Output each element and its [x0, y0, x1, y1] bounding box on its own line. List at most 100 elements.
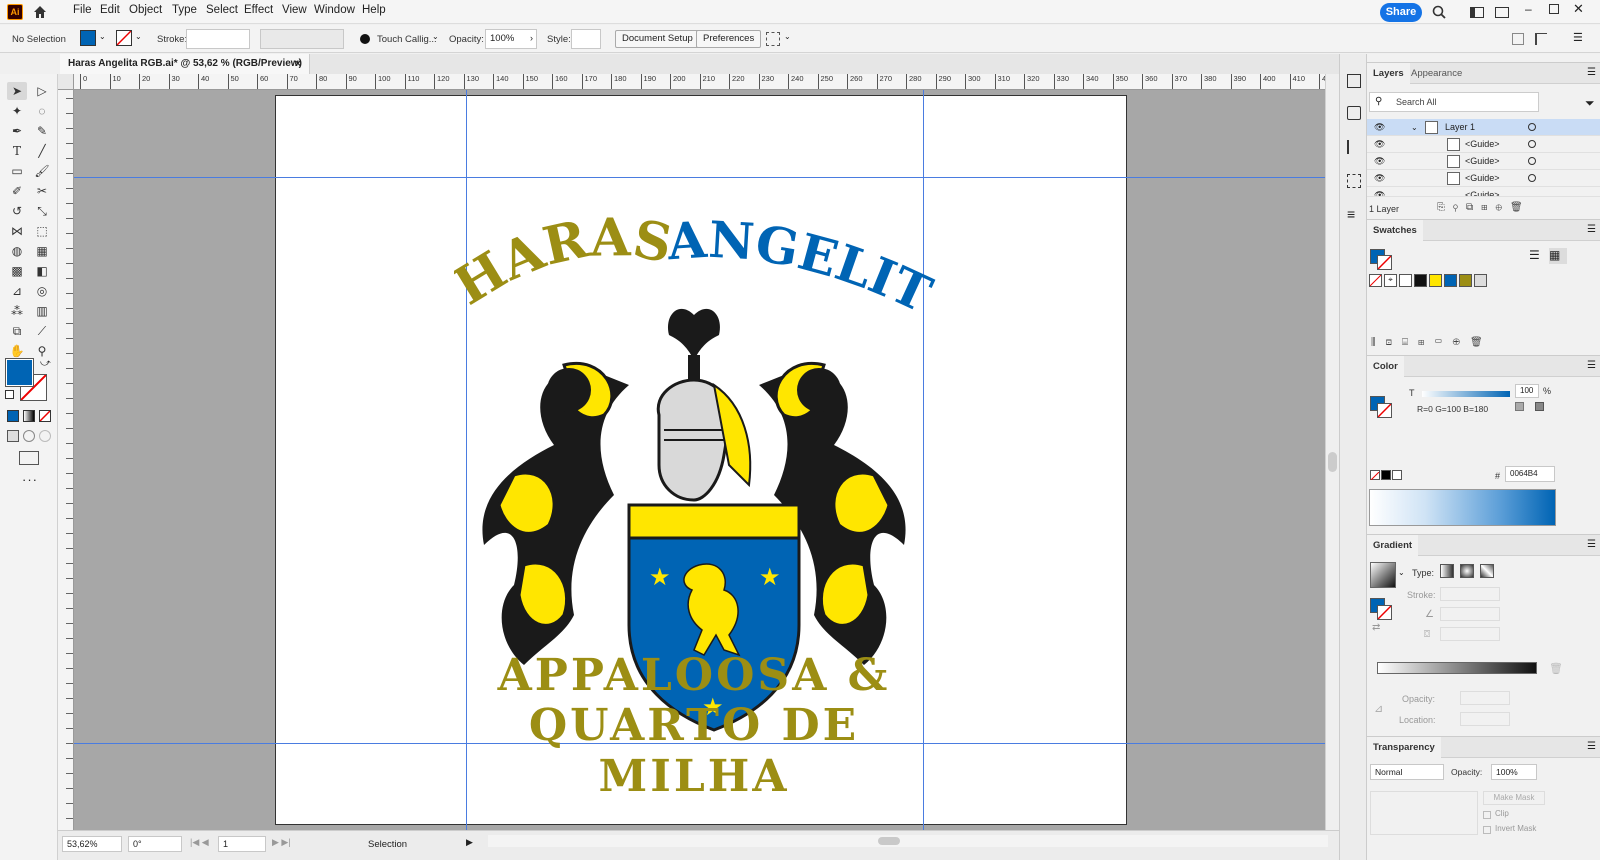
tint-value[interactable]: 100 [1515, 384, 1539, 398]
stroke-swatch[interactable] [116, 30, 132, 46]
swatch-gold[interactable] [1459, 274, 1472, 287]
scroll-thumb[interactable] [1328, 452, 1337, 472]
horizontal-scrollbar[interactable] [488, 835, 1328, 847]
brush-definition[interactable]: Touch Callig... [377, 34, 437, 45]
document-tab[interactable]: Haras Angelita RGB.ai* @ 53,62 % (RGB/Pr… [60, 54, 310, 74]
magic-wand-tool-icon[interactable]: ✦ [7, 102, 27, 120]
width-tool-icon[interactable]: ⋈ [7, 222, 27, 240]
visibility-eye-icon[interactable]: 👁 [1374, 136, 1385, 153]
menu-file[interactable]: File [73, 4, 92, 16]
rectangle-tool-icon[interactable]: ▭ [7, 162, 27, 180]
minimize-icon[interactable]: – [1525, 2, 1537, 16]
search-icon[interactable] [1432, 5, 1446, 19]
close-tab-icon[interactable]: × [295, 54, 301, 74]
menu-help[interactable]: Help [362, 4, 386, 16]
slice-tool-icon[interactable]: ⟋ [32, 322, 52, 340]
filter-icon[interactable]: ⏷ [1585, 96, 1595, 111]
panel-menu-icon[interactable]: ☰ [1573, 31, 1583, 44]
chevron-down-icon[interactable]: ⌄ [99, 32, 106, 41]
tab-appearance[interactable]: Appearance [1405, 63, 1468, 85]
fill-swatch[interactable] [80, 30, 96, 46]
gradient-mode-icon[interactable] [23, 410, 35, 422]
color-swatch-white[interactable] [1515, 402, 1524, 411]
target-icon[interactable] [1528, 174, 1536, 182]
transparency-opacity-input[interactable]: 100% [1491, 764, 1537, 780]
menu-window[interactable]: Window [314, 4, 355, 16]
reverse-gradient-icon[interactable]: ⇄ [1372, 622, 1380, 633]
guide-name[interactable]: <Guide> [1465, 187, 1500, 196]
gradient-tool-icon[interactable]: ◧ [32, 262, 52, 280]
paintbrush-tool-icon[interactable]: 🖌 [32, 162, 52, 180]
direct-selection-tool-icon[interactable]: ▷ [32, 82, 52, 100]
transform-panel-icon[interactable] [1347, 174, 1361, 188]
scale-tool-icon[interactable]: ⤡ [32, 202, 52, 220]
zoom-level[interactable]: 53,62% [62, 836, 122, 852]
current-tool-status[interactable]: Selection [368, 839, 407, 850]
color-spectrum[interactable] [1369, 489, 1556, 526]
layer-name[interactable]: Layer 1 [1445, 119, 1475, 136]
swatch-gray[interactable] [1474, 274, 1487, 287]
visibility-eye-icon[interactable]: 👁 [1374, 170, 1385, 187]
swap-fill-stroke-icon[interactable]: ⤻ [40, 358, 51, 369]
tab-swatches[interactable]: Swatches [1367, 220, 1423, 242]
guide-row[interactable]: 👁 <Guide> [1367, 170, 1600, 187]
panel-menu-icon[interactable]: ☰ [1587, 539, 1596, 550]
swatch-registration[interactable]: ⌖ [1384, 274, 1397, 287]
chevron-right-icon[interactable]: › [530, 33, 533, 43]
color-stroke-preview[interactable] [1377, 403, 1392, 418]
black-swatch[interactable] [1381, 470, 1391, 480]
graphic-style-picker[interactable] [571, 29, 601, 49]
selection-tool-icon[interactable]: ➤ [7, 82, 27, 100]
close-window-icon[interactable]: ✕ [1573, 1, 1585, 16]
tab-gradient[interactable]: Gradient [1367, 535, 1419, 557]
guide-row[interactable]: 👁 <Guide> [1367, 153, 1600, 170]
stroke-weight-input[interactable] [186, 29, 250, 49]
free-transform-tool-icon[interactable]: ⬚ [32, 222, 52, 240]
play-icon[interactable]: ▶ [466, 837, 473, 848]
swatch-yellow[interactable] [1429, 274, 1442, 287]
artboard-tool-icon[interactable]: ⧉ [7, 322, 27, 340]
swatches-footer-icons[interactable]: ⫼⊡⌸⊞▭⊕🗑 [1371, 337, 1493, 348]
guide-name[interactable]: <Guide> [1465, 170, 1500, 187]
chevron-down-icon[interactable]: ⌄ [432, 32, 439, 41]
radial-gradient-icon[interactable] [1460, 564, 1474, 578]
more-tools-icon[interactable]: ··· [22, 472, 38, 487]
guide-row[interactable]: 👁 <Guide> [1367, 187, 1600, 197]
eyedropper-tool-icon[interactable]: ⊿ [7, 282, 27, 300]
target-icon[interactable] [1528, 157, 1536, 165]
chevron-down-icon[interactable]: ⌄ [135, 32, 142, 41]
workspace-icon[interactable] [1495, 7, 1509, 18]
blend-tool-icon[interactable]: ◎ [32, 282, 52, 300]
mesh-tool-icon[interactable]: ▩ [7, 262, 27, 280]
visibility-eye-icon[interactable]: 👁 [1374, 119, 1385, 136]
guide-name[interactable]: <Guide> [1465, 153, 1500, 170]
align-panel-icon[interactable] [1347, 140, 1361, 154]
color-mode-icon[interactable] [7, 410, 19, 422]
properties-panel-icon[interactable] [1347, 74, 1361, 88]
tint-slider[interactable] [1422, 391, 1510, 397]
visibility-eye-icon[interactable]: 👁 [1374, 187, 1385, 196]
menu-view[interactable]: View [282, 4, 307, 16]
next-artboard-icon[interactable]: ▶ ▶| [272, 837, 291, 848]
tab-layers[interactable]: Layers [1367, 63, 1410, 85]
none-mode-icon[interactable] [39, 410, 51, 422]
panel-menu-icon[interactable]: ☰ [1587, 224, 1596, 235]
draw-normal-icon[interactable] [7, 430, 19, 442]
shape-builder-tool-icon[interactable]: ◍ [7, 242, 27, 260]
first-artboard-icon[interactable]: |◀ ◀ [190, 837, 209, 848]
artboard-number[interactable]: 1 [218, 836, 266, 852]
graph-tool-icon[interactable]: ▥ [32, 302, 52, 320]
screen-mode-icon[interactable] [19, 451, 39, 465]
rotate-tool-icon[interactable]: ↺ [7, 202, 27, 220]
share-button[interactable]: Share [1380, 3, 1422, 22]
layer-row[interactable]: 👁 ⌄ Layer 1 [1367, 119, 1600, 136]
guide-row[interactable]: 👁 <Guide> [1367, 136, 1600, 153]
white-swatch[interactable] [1392, 470, 1402, 480]
restore-icon[interactable] [1549, 4, 1559, 14]
expand-chevron-icon[interactable]: ⌄ [1411, 119, 1418, 136]
tab-color[interactable]: Color [1367, 356, 1404, 378]
swatch-white[interactable] [1399, 274, 1412, 287]
fill-color-box[interactable] [5, 358, 34, 387]
pen-tool-icon[interactable]: ✒ [7, 122, 27, 140]
line-tool-icon[interactable]: ╱ [32, 142, 52, 160]
